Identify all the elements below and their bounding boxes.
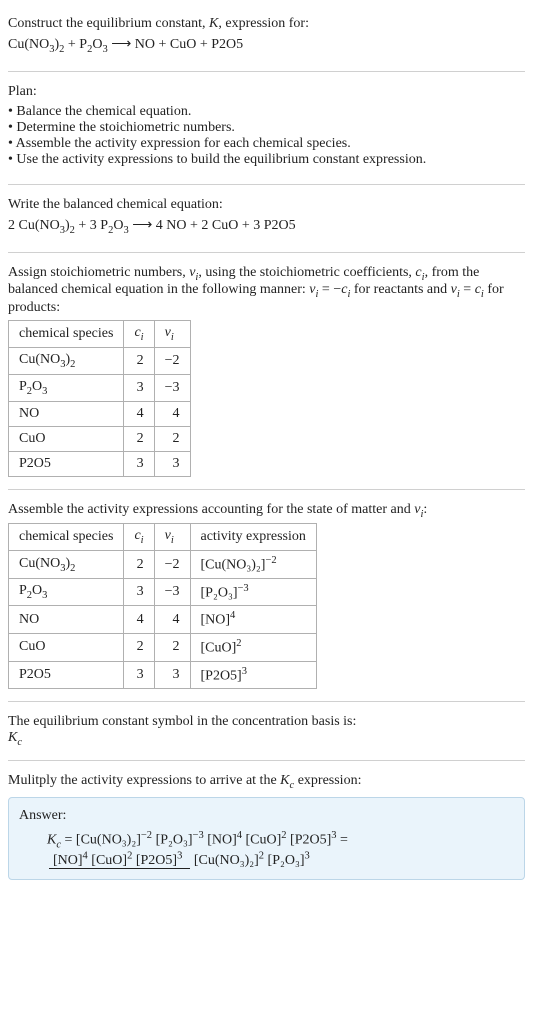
plan-item: Use the activity expressions to build th… bbox=[8, 152, 525, 168]
col-species: chemical species bbox=[9, 321, 124, 348]
separator bbox=[8, 71, 525, 72]
col-ci: ci bbox=[124, 321, 154, 348]
separator bbox=[8, 489, 525, 490]
fraction-denominator: [Cu(NO₃)₂]2 [P₂O₃]3 bbox=[190, 853, 314, 868]
table-row: P2O5 3 3 [P2O5]3 bbox=[9, 661, 317, 689]
answer-expression: Kc = [Cu(NO₃)₂]−2 [P₂O₃]−3 [NO]4 [CuO]2 … bbox=[47, 830, 514, 869]
prompt-text-b: , expression for: bbox=[218, 16, 309, 31]
fraction: [NO]4 [CuO]2 [P2O5]3 [Cu(NO₃)₂]2 [P₂O₃]3 bbox=[49, 851, 314, 870]
table-row: Cu(NO3)2 2 −2 [Cu(NO₃)₂]−2 bbox=[9, 551, 317, 579]
assign-text: Assign stoichiometric numbers, νi, using… bbox=[8, 265, 525, 317]
separator bbox=[8, 701, 525, 702]
table-row: NO 4 4 bbox=[9, 401, 191, 426]
balanced-section: Write the balanced chemical equation: 2 … bbox=[8, 189, 525, 248]
plan-item: Balance the chemical equation. bbox=[8, 104, 525, 120]
K-symbol: K bbox=[209, 16, 218, 31]
table-header-row: chemical species ci νi activity expressi… bbox=[9, 524, 317, 551]
plan-title: Plan: bbox=[8, 84, 525, 100]
table-row: Cu(NO3)2 2 −2 bbox=[9, 347, 191, 374]
table-row: P2O3 3 −3 [P₂O₃]−3 bbox=[9, 578, 317, 606]
prompt-text-a: Construct the equilibrium constant, bbox=[8, 16, 209, 31]
table-row: CuO 2 2 bbox=[9, 426, 191, 451]
plan-item: Assemble the activity expression for eac… bbox=[8, 136, 525, 152]
table-row: NO 4 4 [NO]4 bbox=[9, 606, 317, 634]
table-row: P2O5 3 3 bbox=[9, 451, 191, 476]
stoich-table: chemical species ci νi Cu(NO3)2 2 −2 P2O… bbox=[8, 320, 191, 476]
separator bbox=[8, 760, 525, 761]
activity-text: Assemble the activity expressions accoun… bbox=[8, 502, 525, 520]
prompt-section: Construct the equilibrium constant, K, e… bbox=[8, 8, 525, 67]
activity-table: chemical species ci νi activity expressi… bbox=[8, 523, 317, 689]
balanced-title: Write the balanced chemical equation: bbox=[8, 197, 525, 213]
fraction-numerator: [NO]4 [CuO]2 [P2O5]3 bbox=[49, 853, 190, 869]
table-row: P2O3 3 −3 bbox=[9, 374, 191, 401]
table-header-row: chemical species ci νi bbox=[9, 321, 191, 348]
plan-item: Determine the stoichiometric numbers. bbox=[8, 120, 525, 136]
multiply-section: Mulitply the activity expressions to arr… bbox=[8, 765, 525, 888]
activity-section: Assemble the activity expressions accoun… bbox=[8, 494, 525, 698]
col-activity: activity expression bbox=[190, 524, 316, 551]
assign-section: Assign stoichiometric numbers, νi, using… bbox=[8, 257, 525, 485]
unbalanced-equation: Cu(NO3)2 + P2O3 ⟶ NO + CuO + P2O5 bbox=[8, 36, 525, 55]
balanced-equation: 2 Cu(NO3)2 + 3 P2O3 ⟶ 4 NO + 2 CuO + 3 P… bbox=[8, 217, 525, 236]
answer-box: Answer: Kc = [Cu(NO₃)₂]−2 [P₂O₃]−3 [NO]4… bbox=[8, 797, 525, 880]
col-nui: νi bbox=[154, 524, 190, 551]
multiply-text: Mulitply the activity expressions to arr… bbox=[8, 773, 525, 791]
answer-label: Answer: bbox=[19, 808, 514, 824]
plan-list: Balance the chemical equation. Determine… bbox=[8, 104, 525, 168]
separator bbox=[8, 252, 525, 253]
basis-section: The equilibrium constant symbol in the c… bbox=[8, 706, 525, 756]
col-nui: νi bbox=[154, 321, 190, 348]
basis-text: The equilibrium constant symbol in the c… bbox=[8, 714, 525, 730]
separator bbox=[8, 184, 525, 185]
table-row: CuO 2 2 [CuO]2 bbox=[9, 634, 317, 662]
plan-section: Plan: Balance the chemical equation. Det… bbox=[8, 76, 525, 180]
col-ci: ci bbox=[124, 524, 154, 551]
Kc-symbol: Kc bbox=[8, 730, 525, 748]
prompt-line-1: Construct the equilibrium constant, K, e… bbox=[8, 16, 525, 32]
col-species: chemical species bbox=[9, 524, 124, 551]
